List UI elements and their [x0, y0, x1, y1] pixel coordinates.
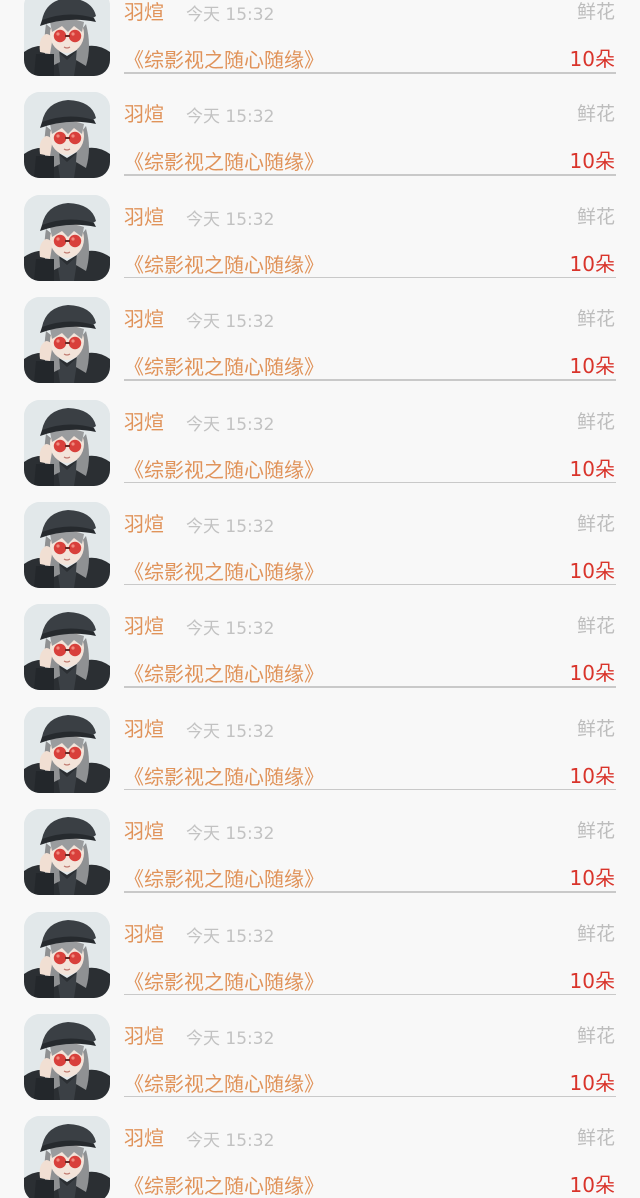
list-item[interactable]: 羽煊 今天 15:32 鲜花 《综影视之随心随缘》 10朵 — [0, 1092, 640, 1198]
gift-type: 鲜花 — [576, 512, 615, 535]
user-name[interactable]: 羽煊 — [124, 1122, 164, 1151]
gift-type: 鲜花 — [576, 410, 615, 433]
gift-amount: 10朵 — [569, 1173, 615, 1198]
avatar-icon[interactable] — [24, 604, 110, 691]
user-name[interactable]: 羽煊 — [124, 610, 164, 639]
avatar-icon[interactable] — [24, 194, 110, 281]
timestamp: 今天 15:32 — [186, 721, 275, 742]
gift-type: 鲜花 — [576, 615, 615, 638]
user-name[interactable]: 羽煊 — [124, 201, 164, 230]
avatar-icon[interactable] — [24, 92, 110, 179]
gift-type: 鲜花 — [576, 308, 615, 331]
avatar-icon[interactable] — [24, 501, 110, 588]
user-name[interactable]: 羽煊 — [124, 98, 164, 127]
avatar-icon[interactable] — [24, 1116, 110, 1198]
gift-type: 鲜花 — [576, 205, 615, 228]
avatar-icon[interactable] — [24, 809, 110, 896]
timestamp: 今天 15:32 — [186, 209, 275, 230]
list-item[interactable]: 羽煊 今天 15:32 鲜花 《综影视之随心随缘》 10朵 — [0, 0, 640, 76]
avatar-icon[interactable] — [24, 399, 110, 486]
user-name[interactable]: 羽煊 — [124, 713, 164, 742]
gift-type: 鲜花 — [576, 820, 615, 843]
gift-type: 鲜花 — [576, 103, 615, 126]
gift-type: 鲜花 — [576, 922, 615, 945]
avatar-icon[interactable] — [24, 1013, 110, 1100]
list-item[interactable]: 羽煊 今天 15:32 鲜花 《综影视之随心随缘》 10朵 — [0, 478, 640, 588]
timestamp: 今天 15:32 — [186, 1028, 275, 1049]
book-title[interactable]: 《综影视之随心随缘》 — [124, 1170, 324, 1198]
gift-type: 鲜花 — [576, 1, 615, 23]
timestamp: 今天 15:32 — [186, 926, 275, 947]
timestamp: 今天 15:32 — [186, 312, 275, 333]
list-item[interactable]: 羽煊 今天 15:32 鲜花 《综影视之随心随缘》 10朵 — [0, 580, 640, 691]
gift-record-list[interactable]: 羽煊 今天 15:32 鲜花 《综影视之随心随缘》 10朵 羽煊 今天 15:3… — [0, 0, 640, 1198]
avatar-icon[interactable] — [24, 911, 110, 998]
user-name[interactable]: 羽煊 — [124, 0, 164, 25]
user-name[interactable]: 羽煊 — [124, 918, 164, 947]
timestamp: 今天 15:32 — [186, 824, 275, 845]
gift-record-screen: 羽煊 今天 15:32 鲜花 《综影视之随心随缘》 10朵 羽煊 今天 15:3… — [0, 0, 640, 1198]
user-name[interactable]: 羽煊 — [124, 815, 164, 844]
list-item[interactable]: 羽煊 今天 15:32 鲜花 《综影视之随心随缘》 10朵 — [0, 888, 640, 998]
list-item[interactable]: 羽煊 今天 15:32 鲜花 《综影视之随心随缘》 10朵 — [0, 273, 640, 384]
timestamp: 今天 15:32 — [186, 1131, 275, 1152]
timestamp: 今天 15:32 — [186, 5, 275, 25]
avatar-icon[interactable] — [24, 0, 110, 76]
avatar-icon[interactable] — [24, 706, 110, 793]
list-item[interactable]: 羽煊 今天 15:32 鲜花 《综影视之随心随缘》 10朵 — [0, 68, 640, 179]
list-item[interactable]: 羽煊 今天 15:32 鲜花 《综影视之随心随缘》 10朵 — [0, 171, 640, 281]
gift-type: 鲜花 — [576, 1024, 615, 1047]
timestamp: 今天 15:32 — [186, 516, 275, 537]
timestamp: 今天 15:32 — [186, 414, 275, 435]
user-name[interactable]: 羽煊 — [124, 406, 164, 435]
user-name[interactable]: 羽煊 — [124, 508, 164, 537]
timestamp: 今天 15:32 — [186, 107, 275, 128]
list-item[interactable]: 羽煊 今天 15:32 鲜花 《综影视之随心随缘》 10朵 — [0, 376, 640, 486]
user-name[interactable]: 羽煊 — [124, 303, 164, 332]
gift-type: 鲜花 — [576, 1127, 615, 1150]
list-item[interactable]: 羽煊 今天 15:32 鲜花 《综影视之随心随缘》 10朵 — [0, 990, 640, 1100]
gift-type: 鲜花 — [576, 717, 615, 740]
list-item[interactable]: 羽煊 今天 15:32 鲜花 《综影视之随心随缘》 10朵 — [0, 785, 640, 896]
avatar-icon[interactable] — [24, 297, 110, 384]
timestamp: 今天 15:32 — [186, 619, 275, 640]
list-item[interactable]: 羽煊 今天 15:32 鲜花 《综影视之随心随缘》 10朵 — [0, 683, 640, 793]
user-name[interactable]: 羽煊 — [124, 1020, 164, 1049]
